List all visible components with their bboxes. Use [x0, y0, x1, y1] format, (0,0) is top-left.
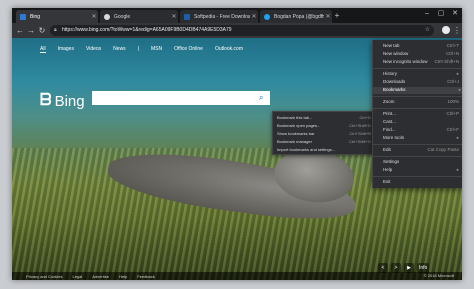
- star-icon[interactable]: ☆: [425, 26, 430, 33]
- nav-videos[interactable]: Videos: [86, 46, 101, 53]
- footer-link[interactable]: Advertise: [92, 274, 109, 279]
- submenu-item[interactable]: Import bookmarks and settings...: [277, 147, 373, 154]
- tab-google[interactable]: Google ✕: [100, 10, 178, 23]
- bookmarks-submenu: Bookmark this tab... Ctrl+D Bookmark open…: [272, 111, 376, 155]
- nav-msn[interactable]: MSN: [151, 46, 162, 53]
- menu-separator: [373, 176, 462, 177]
- close-tab-icon[interactable]: ✕: [90, 13, 98, 20]
- search-input[interactable]: [92, 91, 270, 105]
- nav-images[interactable]: Images: [58, 46, 74, 53]
- tab-label: Bogdan Popa (@bgdftw) | Twitter: [274, 13, 324, 20]
- menu-item[interactable]: Exit: [383, 179, 461, 186]
- search-icon[interactable]: ⌕: [259, 93, 263, 103]
- twitter-favicon-icon: [264, 13, 270, 20]
- new-tab-icon[interactable]: +: [332, 10, 342, 21]
- menu-item[interactable]: New window Ctrl+N: [383, 51, 461, 58]
- menu-icon[interactable]: ⋮: [452, 25, 462, 36]
- bing-logo-text: Bing: [54, 92, 85, 110]
- menu-item[interactable]: History ▸: [383, 71, 461, 78]
- menu-item[interactable]: New tab Ctrl+T: [383, 43, 461, 50]
- browser-window: Bing ✕ Google ✕ Softpedia - Free Downloa…: [12, 8, 462, 280]
- nav-all[interactable]: All: [40, 46, 46, 53]
- submenu-item[interactable]: Bookmark open pages... Ctrl+Shift+D: [277, 123, 373, 130]
- nav-office-online[interactable]: Office Online: [174, 46, 203, 53]
- url-text: https://www.bing.com/?toWww=1&redig=A65A…: [62, 27, 232, 33]
- chrome-main-menu: New tab Ctrl+T New window Ctrl+N New incog…: [372, 40, 462, 188]
- bing-nav: All Images Videos News | MSN Office Onli…: [40, 46, 243, 53]
- menu-separator: [373, 156, 462, 157]
- tab-bing[interactable]: Bing ✕: [16, 10, 98, 23]
- tab-label: Bing: [30, 13, 41, 20]
- tab-strip: Bing ✕ Google ✕ Softpedia - Free Downloa…: [12, 8, 462, 23]
- menu-separator: [373, 144, 462, 145]
- google-favicon-icon: [104, 13, 110, 20]
- submenu-item[interactable]: Bookmark this tab... Ctrl+D: [277, 115, 373, 122]
- minimize-icon[interactable]: –: [420, 8, 434, 20]
- close-tab-icon[interactable]: ✕: [324, 13, 332, 20]
- menu-item[interactable]: New incognito window Ctrl+Shift+N: [383, 59, 461, 66]
- menu-item[interactable]: Cast...: [383, 119, 461, 126]
- bing-logo: ᗷ Bing: [40, 92, 85, 110]
- menu-item[interactable]: More tools ▸: [383, 135, 461, 142]
- footer-link[interactable]: Help: [119, 274, 127, 279]
- bing-favicon-icon: [20, 13, 26, 20]
- tab-softpedia[interactable]: Softpedia - Free Downloads Enc... ✕: [180, 10, 258, 23]
- close-window-icon[interactable]: ✕: [448, 8, 462, 20]
- copyright: © 2018 Microsoft: [423, 273, 454, 278]
- nav-separator: |: [137, 46, 139, 52]
- reload-icon[interactable]: ↻: [37, 25, 47, 36]
- forward-icon[interactable]: →: [26, 25, 36, 36]
- softpedia-favicon-icon: [184, 13, 190, 20]
- tab-twitter[interactable]: Bogdan Popa (@bgdftw) | Twitter ✕: [260, 10, 332, 23]
- maximize-icon[interactable]: ▢: [434, 8, 448, 20]
- submenu-item[interactable]: Bookmark manager Ctrl+Shift+O: [277, 139, 373, 146]
- menu-separator: [373, 96, 462, 97]
- menu-separator: [373, 68, 462, 69]
- close-tab-icon[interactable]: ✕: [170, 13, 178, 20]
- close-tab-icon[interactable]: ✕: [250, 13, 258, 20]
- menu-item[interactable]: Help ▸: [383, 167, 461, 174]
- submenu-item[interactable]: Show bookmarks bar Ctrl+Shift+B: [277, 131, 373, 138]
- bing-footer: Privacy and Cookies Legal Advertise Help…: [12, 272, 462, 280]
- menu-item[interactable]: Downloads Ctrl+J: [383, 79, 461, 86]
- menu-item[interactable]: Settings: [383, 159, 461, 166]
- back-icon[interactable]: ←: [15, 25, 25, 36]
- nav-outlook[interactable]: Outlook.com: [215, 46, 243, 53]
- lock-icon: 🔒︎: [54, 27, 57, 33]
- menu-item[interactable]: Find... Ctrl+F: [383, 127, 461, 134]
- avatar[interactable]: [442, 26, 450, 34]
- menu-separator: [373, 108, 462, 109]
- menu-item[interactable]: Print... Ctrl+P: [383, 111, 461, 118]
- tab-label: Softpedia - Free Downloads Enc...: [194, 13, 250, 20]
- menu-item-bookmarks[interactable]: Bookmarks ▸: [373, 87, 462, 94]
- footer-link[interactable]: Feedback: [137, 274, 155, 279]
- tab-label: Google: [114, 13, 131, 20]
- bing-logo-icon: ᗷ: [40, 92, 52, 109]
- footer-link[interactable]: Privacy and Cookies: [26, 274, 62, 279]
- nav-news[interactable]: News: [113, 46, 126, 53]
- menu-item[interactable]: Zoom 100%: [383, 99, 461, 106]
- footer-link[interactable]: Legal: [72, 274, 82, 279]
- toolbar: ← → ↻ 🔒︎ https://www.bing.com/?toWww=1&r…: [12, 23, 462, 38]
- menu-item[interactable]: Edit Cut Copy Paste: [383, 147, 461, 154]
- address-bar[interactable]: 🔒︎ https://www.bing.com/?toWww=1&redig=A…: [50, 25, 434, 36]
